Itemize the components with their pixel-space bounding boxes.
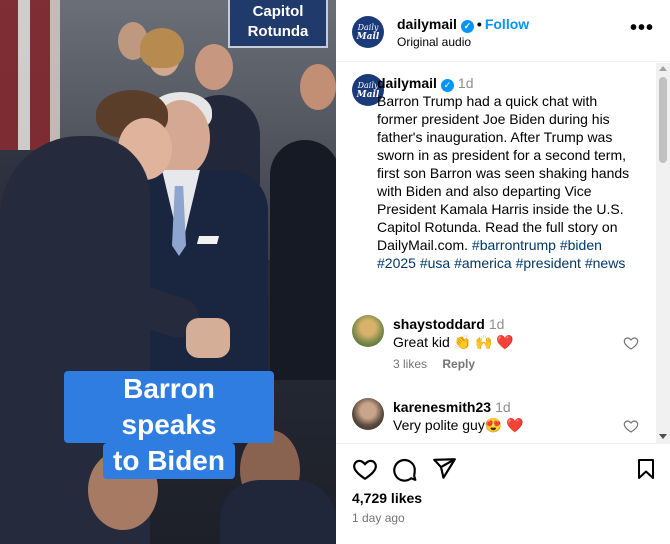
- comments-scroll-area[interactable]: Daily Mail dailymail ✓ 1d Barron Trump had…: [336, 63, 656, 443]
- comment-heart-icon[interactable]: [623, 335, 639, 351]
- post-header: Daily Mail dailymail ✓ • Follow Original au…: [336, 0, 670, 62]
- hashtag-link[interactable]: #president: [516, 255, 581, 271]
- save-bookmark-icon[interactable]: [634, 456, 658, 482]
- comment-likes[interactable]: 3 likes: [393, 357, 427, 371]
- post-timestamp[interactable]: 1 day ago: [352, 511, 405, 525]
- handshake: [186, 318, 230, 358]
- crowd-hair: [140, 28, 184, 68]
- crowd-suit: [270, 140, 336, 380]
- commenter-avatar[interactable]: [352, 315, 384, 347]
- crowd-person: [195, 44, 233, 90]
- post-panel: Daily Mail dailymail ✓ • Follow Original au…: [336, 0, 670, 544]
- share-icon[interactable]: [431, 456, 457, 482]
- comment-time: 1d: [495, 399, 511, 415]
- audio-link[interactable]: Original audio: [397, 35, 471, 49]
- comment-content: shaystoddard 1d Great kid 👏 🙌 ❤️: [393, 315, 623, 351]
- caption-username[interactable]: dailymail: [377, 75, 437, 91]
- avatar-text-line-2: Mail: [356, 32, 380, 42]
- caption-line-1: Barron speaks: [64, 371, 274, 443]
- caption-line-2: to Biden: [103, 443, 235, 479]
- comment-heart-icon[interactable]: [623, 418, 639, 434]
- comment-content: karenesmith23 1d Very polite guy😍 ❤️: [393, 398, 623, 434]
- pocket-square: [196, 236, 220, 244]
- comment-text: Very polite guy😍 ❤️: [393, 417, 524, 433]
- video-caption: Barron speaks to Biden: [64, 371, 274, 479]
- scrollbar[interactable]: [656, 63, 670, 443]
- comment-item: shaystoddard 1d Great kid 👏 🙌 ❤️ 3 likes …: [352, 315, 652, 375]
- verified-badge-icon: ✓: [460, 20, 474, 33]
- comment-item: karenesmith23 1d Very polite guy😍 ❤️: [352, 398, 652, 443]
- comment-time: 1d: [488, 316, 505, 332]
- caption-time: 1d: [457, 75, 474, 91]
- scrollbar-thumb[interactable]: [659, 77, 667, 163]
- hashtag-link[interactable]: #usa: [420, 255, 450, 271]
- hashtag-link[interactable]: #barrontrump: [472, 237, 556, 253]
- comment-username[interactable]: shaystoddard: [393, 316, 485, 332]
- separator-dot: •: [476, 16, 482, 32]
- hashtag-link[interactable]: #2025: [377, 255, 416, 271]
- header-username[interactable]: dailymail: [397, 16, 457, 32]
- scroll-down-icon[interactable]: [659, 434, 667, 439]
- comment-meta: 3 likes Reply: [393, 357, 487, 371]
- post-footer: 4,729 likes 1 day ago: [336, 443, 670, 544]
- crowd-suit: [220, 480, 336, 544]
- avatar-text-line-2: Mail: [356, 90, 380, 100]
- post-caption: dailymail ✓ 1d Barron Trump had a quick ch…: [377, 74, 639, 272]
- location-sign: Capitol Rotunda: [228, 0, 328, 48]
- comment-username[interactable]: karenesmith23: [393, 399, 491, 415]
- commenter-avatar[interactable]: [352, 398, 384, 430]
- caption-body: Barron Trump had a quick chat with forme…: [377, 92, 639, 272]
- reply-button[interactable]: Reply: [442, 357, 475, 371]
- caption-text: Barron Trump had a quick chat with forme…: [377, 93, 630, 253]
- more-options-icon[interactable]: •••: [630, 18, 654, 38]
- comment-icon[interactable]: [392, 456, 418, 482]
- avatar-text-line-1: Daily: [357, 23, 379, 32]
- sign-line-1: Capitol: [252, 3, 304, 20]
- hashtag-link[interactable]: #biden: [560, 237, 602, 253]
- sign-line-2: Rotunda: [247, 23, 309, 40]
- header-username-row: dailymail ✓ • Follow: [397, 16, 529, 33]
- comment-text: Great kid 👏 🙌 ❤️: [393, 334, 514, 350]
- hashtag-link[interactable]: #america: [454, 255, 512, 271]
- dailymail-avatar[interactable]: Daily Mail: [352, 16, 384, 48]
- like-heart-icon[interactable]: [352, 456, 378, 482]
- likes-count[interactable]: 4,729 likes: [352, 490, 422, 506]
- scroll-up-icon[interactable]: [659, 66, 667, 71]
- post-video[interactable]: Capitol Rotunda Barron speaks to Biden: [0, 0, 336, 544]
- crowd-person: [300, 64, 336, 110]
- follow-button[interactable]: Follow: [485, 16, 529, 32]
- avatar-text-line-1: Daily: [357, 81, 379, 90]
- verified-badge-icon: ✓: [440, 79, 454, 92]
- hashtag-link[interactable]: #news: [585, 255, 625, 271]
